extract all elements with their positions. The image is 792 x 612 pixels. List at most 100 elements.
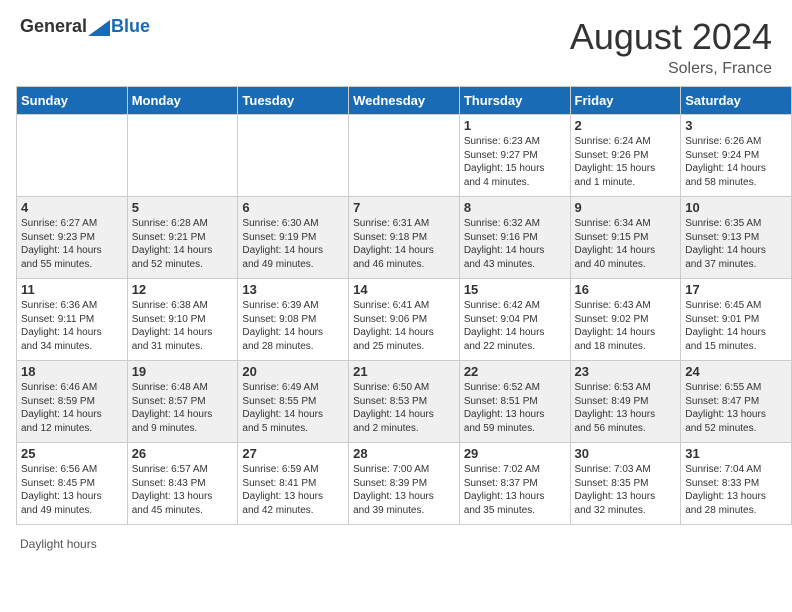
day-number: 8 [464, 200, 566, 215]
day-info: Sunrise: 6:26 AM Sunset: 9:24 PM Dayligh… [685, 135, 787, 189]
calendar-day-cell: 5 Sunrise: 6:28 AM Sunset: 9:21 PM Daylig… [127, 197, 238, 279]
day-info: Sunrise: 6:27 AM Sunset: 9:23 PM Dayligh… [21, 217, 123, 271]
day-info: Sunrise: 7:02 AM Sunset: 8:37 PM Dayligh… [464, 463, 566, 517]
day-info: Sunrise: 6:57 AM Sunset: 8:43 PM Dayligh… [132, 463, 234, 517]
day-of-week-header: Saturday [681, 87, 792, 115]
day-info: Sunrise: 6:56 AM Sunset: 8:45 PM Dayligh… [21, 463, 123, 517]
day-of-week-header: Friday [570, 87, 681, 115]
calendar-day-cell: 21 Sunrise: 6:50 AM Sunset: 8:53 PM Dayli… [349, 361, 460, 443]
day-number: 4 [21, 200, 123, 215]
calendar-day-cell: 26Sunrise: 6:57 AM Sunset: 8:43 PM Dayli… [127, 443, 238, 525]
calendar-day-cell: 24 Sunrise: 6:55 AM Sunset: 8:47 PM Dayli… [681, 361, 792, 443]
day-number: 11 [21, 282, 123, 297]
day-info: Sunrise: 6:28 AM Sunset: 9:21 PM Dayligh… [132, 217, 234, 271]
calendar-day-cell: 12 Sunrise: 6:38 AM Sunset: 9:10 PM Dayli… [127, 279, 238, 361]
day-info: Sunrise: 6:35 AM Sunset: 9:13 PM Dayligh… [685, 217, 787, 271]
calendar-day-cell: 22Sunrise: 6:52 AM Sunset: 8:51 PM Dayli… [459, 361, 570, 443]
day-info: Sunrise: 6:36 AM Sunset: 9:11 PM Dayligh… [21, 299, 123, 353]
day-info: Sunrise: 6:42 AM Sunset: 9:04 PM Dayligh… [464, 299, 566, 353]
day-info: Sunrise: 6:59 AM Sunset: 8:41 PM Dayligh… [242, 463, 344, 517]
day-number: 5 [132, 200, 234, 215]
day-number: 1 [464, 118, 566, 133]
header-row: SundayMondayTuesdayWednesdayThursdayFrid… [17, 87, 792, 115]
calendar-table: SundayMondayTuesdayWednesdayThursdayFrid… [16, 86, 792, 525]
calendar-body: 1 Sunrise: 6:23 AM Sunset: 9:27 PM Daylig… [17, 115, 792, 525]
day-info: Sunrise: 7:04 AM Sunset: 8:33 PM Dayligh… [685, 463, 787, 517]
day-number: 3 [685, 118, 787, 133]
day-number: 18 [21, 364, 123, 379]
day-number: 9 [575, 200, 677, 215]
day-number: 28 [353, 446, 455, 461]
calendar-day-cell: 17Sunrise: 6:45 AM Sunset: 9:01 PM Dayli… [681, 279, 792, 361]
calendar-day-cell: 1 Sunrise: 6:23 AM Sunset: 9:27 PM Daylig… [459, 115, 570, 197]
calendar-week-row: 4 Sunrise: 6:27 AM Sunset: 9:23 PM Daylig… [17, 197, 792, 279]
calendar-day-cell: 27 Sunrise: 6:59 AM Sunset: 8:41 PM Dayli… [238, 443, 349, 525]
day-number: 6 [242, 200, 344, 215]
day-number: 16 [575, 282, 677, 297]
day-info: Sunrise: 6:23 AM Sunset: 9:27 PM Dayligh… [464, 135, 566, 189]
logo-text: General Blue [20, 16, 150, 37]
day-info: Sunrise: 6:43 AM Sunset: 9:02 PM Dayligh… [575, 299, 677, 353]
day-number: 13 [242, 282, 344, 297]
day-number: 24 [685, 364, 787, 379]
logo-general: General [20, 16, 87, 36]
calendar-wrapper: SundayMondayTuesdayWednesdayThursdayFrid… [0, 86, 792, 533]
day-number: 17 [685, 282, 787, 297]
day-info: Sunrise: 7:03 AM Sunset: 8:35 PM Dayligh… [575, 463, 677, 517]
day-number: 22 [464, 364, 566, 379]
day-number: 2 [575, 118, 677, 133]
day-number: 12 [132, 282, 234, 297]
day-info: Sunrise: 6:34 AM Sunset: 9:15 PM Dayligh… [575, 217, 677, 271]
day-info: Sunrise: 6:48 AM Sunset: 8:57 PM Dayligh… [132, 381, 234, 435]
day-info: Sunrise: 6:39 AM Sunset: 9:08 PM Dayligh… [242, 299, 344, 353]
day-info: Sunrise: 6:55 AM Sunset: 8:47 PM Dayligh… [685, 381, 787, 435]
calendar-day-cell: 9 Sunrise: 6:34 AM Sunset: 9:15 PM Daylig… [570, 197, 681, 279]
calendar-day-cell: 28 Sunrise: 7:00 AM Sunset: 8:39 PM Dayli… [349, 443, 460, 525]
day-number: 27 [242, 446, 344, 461]
calendar-week-row: 1 Sunrise: 6:23 AM Sunset: 9:27 PM Daylig… [17, 115, 792, 197]
day-number: 29 [464, 446, 566, 461]
calendar-day-cell [238, 115, 349, 197]
calendar-day-cell: 16 Sunrise: 6:43 AM Sunset: 9:02 PM Dayli… [570, 279, 681, 361]
day-number: 10 [685, 200, 787, 215]
calendar-day-cell: 19Sunrise: 6:48 AM Sunset: 8:57 PM Dayli… [127, 361, 238, 443]
logo-blue: Blue [111, 16, 150, 36]
calendar-day-cell [127, 115, 238, 197]
day-info: Sunrise: 6:41 AM Sunset: 9:06 PM Dayligh… [353, 299, 455, 353]
day-of-week-header: Wednesday [349, 87, 460, 115]
calendar-day-cell: 15 Sunrise: 6:42 AM Sunset: 9:04 PM Dayli… [459, 279, 570, 361]
logo-icon [88, 20, 110, 36]
calendar-day-cell: 3 Sunrise: 6:26 AM Sunset: 9:24 PM Daylig… [681, 115, 792, 197]
day-of-week-header: Thursday [459, 87, 570, 115]
calendar-day-cell: 4 Sunrise: 6:27 AM Sunset: 9:23 PM Daylig… [17, 197, 128, 279]
day-info: Sunrise: 6:24 AM Sunset: 9:26 PM Dayligh… [575, 135, 677, 189]
calendar-day-cell: 31Sunrise: 7:04 AM Sunset: 8:33 PM Dayli… [681, 443, 792, 525]
footer: Daylight hours [0, 533, 792, 555]
calendar-day-cell [17, 115, 128, 197]
calendar-day-cell: 7Sunrise: 6:31 AM Sunset: 9:18 PM Daylig… [349, 197, 460, 279]
day-info: Sunrise: 6:32 AM Sunset: 9:16 PM Dayligh… [464, 217, 566, 271]
day-info: Sunrise: 6:30 AM Sunset: 9:19 PM Dayligh… [242, 217, 344, 271]
day-info: Sunrise: 7:00 AM Sunset: 8:39 PM Dayligh… [353, 463, 455, 517]
day-info: Sunrise: 6:50 AM Sunset: 8:53 PM Dayligh… [353, 381, 455, 435]
calendar-day-cell: 10 Sunrise: 6:35 AM Sunset: 9:13 PM Dayli… [681, 197, 792, 279]
calendar-day-cell: 18Sunrise: 6:46 AM Sunset: 8:59 PM Dayli… [17, 361, 128, 443]
day-info: Sunrise: 6:38 AM Sunset: 9:10 PM Dayligh… [132, 299, 234, 353]
day-number: 30 [575, 446, 677, 461]
day-number: 14 [353, 282, 455, 297]
day-number: 7 [353, 200, 455, 215]
calendar-day-cell: 2 Sunrise: 6:24 AM Sunset: 9:26 PM Daylig… [570, 115, 681, 197]
day-number: 23 [575, 364, 677, 379]
calendar-week-row: 18Sunrise: 6:46 AM Sunset: 8:59 PM Dayli… [17, 361, 792, 443]
calendar-day-cell: 29 Sunrise: 7:02 AM Sunset: 8:37 PM Dayli… [459, 443, 570, 525]
calendar-day-cell: 30 Sunrise: 7:03 AM Sunset: 8:35 PM Dayli… [570, 443, 681, 525]
day-number: 21 [353, 364, 455, 379]
day-number: 15 [464, 282, 566, 297]
page-header: GeneralBlue August 2024 Solers, France [0, 0, 792, 86]
month-year-title: August 2024 [570, 16, 772, 58]
calendar-day-cell: 23 Sunrise: 6:53 AM Sunset: 8:49 PM Dayli… [570, 361, 681, 443]
calendar-day-cell: 14 Sunrise: 6:41 AM Sunset: 9:06 PM Dayli… [349, 279, 460, 361]
day-info: Sunrise: 6:53 AM Sunset: 8:49 PM Dayligh… [575, 381, 677, 435]
calendar-day-cell: 6 Sunrise: 6:30 AM Sunset: 9:19 PM Daylig… [238, 197, 349, 279]
day-of-week-header: Tuesday [238, 87, 349, 115]
